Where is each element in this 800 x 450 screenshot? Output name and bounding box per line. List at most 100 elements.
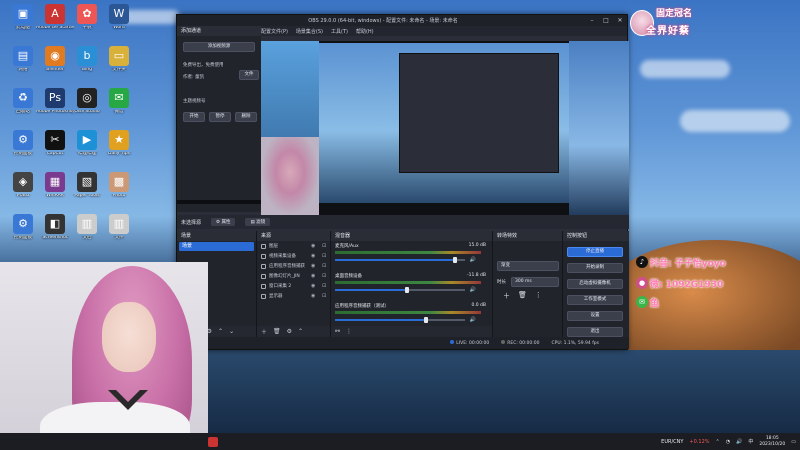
lock-icon[interactable]: ⊡ — [322, 253, 330, 259]
volume-meter — [335, 281, 481, 284]
exit-button[interactable]: 退出 — [567, 327, 623, 337]
desktop-icon[interactable]: W Word — [100, 4, 138, 31]
source-label: 显示器 — [269, 294, 283, 299]
close-icon[interactable]: ✕ — [613, 17, 627, 24]
source-label: 应用程序音频捕获 — [269, 264, 305, 269]
source-toolbar: 未选择源 ⚙ 属性 ▤ 滤镜 — [177, 215, 629, 229]
desktop-icon[interactable]: ▭ 文件夹 — [100, 46, 138, 73]
volume-icon[interactable]: 🔊 — [736, 439, 742, 445]
start-button[interactable]: 开始 — [183, 112, 205, 122]
add-source-icon[interactable]: ＋ — [261, 327, 267, 336]
move-down-icon[interactable]: ⌄ — [229, 328, 234, 335]
menu-scene-collection[interactable]: 场景集合(S) — [296, 28, 323, 35]
menu-tools[interactable]: 工具(T) — [331, 28, 348, 35]
volume-meter — [335, 311, 481, 314]
source-item[interactable]: 图层 ◉ ⊡ — [257, 241, 330, 251]
duration-input[interactable]: 300 ms — [511, 277, 559, 287]
mute-icon[interactable]: 🔊 — [470, 287, 476, 293]
stop-streaming-button[interactable]: 停止直播 — [567, 247, 623, 257]
tray-chevron-icon[interactable]: ⌃ — [716, 439, 720, 445]
tiktok-icon: ♪ — [636, 256, 648, 268]
scene-item[interactable]: 场景 — [179, 242, 254, 251]
settings-button[interactable]: 设置 — [567, 311, 623, 321]
add-video-source-button[interactable]: 添加视频源 — [183, 42, 255, 52]
visibility-icon[interactable]: ◉ — [311, 293, 319, 299]
volume-fill — [335, 319, 426, 321]
file-button[interactable]: 文件 — [239, 70, 259, 80]
source-type-icon — [261, 283, 266, 289]
notification-icon[interactable]: ▭ — [791, 439, 796, 445]
visibility-icon[interactable]: ◉ — [311, 253, 319, 259]
menu-help[interactable]: 帮助(H) — [356, 28, 374, 35]
filters-label: 滤镜 — [256, 220, 266, 225]
desktop-icon[interactable]: ▩ Photo — [100, 172, 138, 199]
pause-button[interactable]: 暂停 — [209, 112, 231, 122]
volume-slider[interactable] — [335, 317, 465, 323]
remove-transition-icon[interactable]: 🗑 — [518, 291, 527, 301]
taskbar-obs-icon[interactable] — [208, 436, 218, 447]
desktop-icon-label: Daily Tips — [108, 152, 130, 156]
mute-icon[interactable]: 🔊 — [470, 317, 476, 323]
volume-slider[interactable] — [335, 287, 465, 293]
properties-button[interactable]: ⚙ 属性 — [211, 218, 236, 226]
source-label: 视频采集设备 — [269, 254, 296, 259]
plugin-progress-bar — [177, 200, 261, 204]
lock-icon[interactable]: ⊡ — [322, 243, 330, 249]
virtual-camera-button[interactable]: 启动虚拟摄像机 — [567, 279, 623, 289]
source-item[interactable]: 应用程序音频捕获 ◉ ⊡ — [257, 261, 330, 271]
volume-knob[interactable] — [452, 257, 457, 263]
source-label: 图层 — [269, 244, 278, 249]
volume-knob[interactable] — [404, 287, 409, 293]
system-tray: EUR/CNY +0.12% ⌃ ◔ 🔊 中 18:05 2023/10/20 … — [661, 433, 796, 450]
volume-slider[interactable] — [335, 257, 465, 263]
preview-main — [319, 43, 569, 203]
desktop-icon[interactable]: ★ Daily Tips — [100, 130, 138, 157]
visibility-icon[interactable]: ◉ — [311, 243, 319, 249]
source-item[interactable]: 视频采集设备 ◉ ⊡ — [257, 251, 330, 261]
source-item[interactable]: 图像幻灯片_JIN ◉ ⊡ — [257, 271, 330, 281]
rec-status: REC: 00:00:00 — [501, 340, 540, 346]
start-recording-button[interactable]: 开始录制 — [567, 263, 623, 273]
volume-knob[interactable] — [424, 317, 428, 323]
source-up-icon[interactable]: ⌃ — [298, 328, 303, 335]
delete-button[interactable]: 删除 — [235, 112, 257, 122]
mixer-menu-icon[interactable]: ⋮ — [346, 328, 352, 335]
ime-icon[interactable]: 中 — [748, 438, 753, 445]
desktop-icon[interactable]: ▥ 文件 — [100, 214, 138, 241]
desktop-icon[interactable]: ✉ 微信 — [100, 88, 138, 115]
mixer-link-icon[interactable]: ⚯ — [335, 328, 340, 335]
lock-icon[interactable]: ⊡ — [322, 273, 330, 279]
preview-nested-obs — [399, 53, 559, 173]
filters-button[interactable]: ▤ 滤镜 — [245, 218, 271, 226]
visibility-icon[interactable]: ◉ — [311, 273, 319, 279]
remove-source-icon[interactable]: 🗑 — [273, 328, 281, 335]
scenes-header: 场景 — [177, 231, 256, 241]
add-transition-icon[interactable]: ＋ — [503, 291, 510, 301]
source-type-icon — [261, 253, 266, 259]
rec-icon — [501, 340, 506, 344]
lock-icon[interactable]: ⊡ — [322, 283, 330, 289]
source-settings-icon[interactable]: ⚙ — [287, 328, 292, 335]
mute-icon[interactable]: 🔊 — [470, 257, 476, 263]
network-icon[interactable]: ◔ — [726, 439, 730, 445]
volume-fill — [335, 289, 407, 291]
visibility-icon[interactable]: ◉ — [311, 263, 319, 269]
visibility-icon[interactable]: ◉ — [311, 283, 319, 289]
source-type-icon — [261, 273, 266, 279]
menu-profile[interactable]: 配置文件(P) — [261, 28, 288, 35]
preview-canvas[interactable] — [261, 41, 629, 215]
studio-mode-button[interactable]: 工作室模式 — [567, 295, 623, 305]
wechat-icon: ✉ — [636, 296, 648, 308]
clock[interactable]: 18:05 2023/10/20 — [759, 436, 785, 448]
lock-icon[interactable]: ⊡ — [322, 293, 330, 299]
source-item[interactable]: 显示器 ◉ ⊡ — [257, 291, 330, 301]
lock-icon[interactable]: ⊡ — [322, 263, 330, 269]
transition-menu-icon[interactable]: ⋮ — [535, 291, 542, 301]
source-item[interactable]: 窗口采集 2 ◉ ⊡ — [257, 281, 330, 291]
transition-select[interactable]: 渐变 — [497, 261, 559, 271]
maximize-icon[interactable]: □ — [599, 17, 613, 24]
move-up-icon[interactable]: ⌃ — [218, 328, 223, 335]
webcam-feed — [0, 262, 208, 450]
minimize-icon[interactable]: – — [585, 17, 599, 24]
obs-titlebar[interactable]: OBS 29.0.0 (64-bit, windows) - 配置文件: 未命名… — [177, 15, 627, 26]
